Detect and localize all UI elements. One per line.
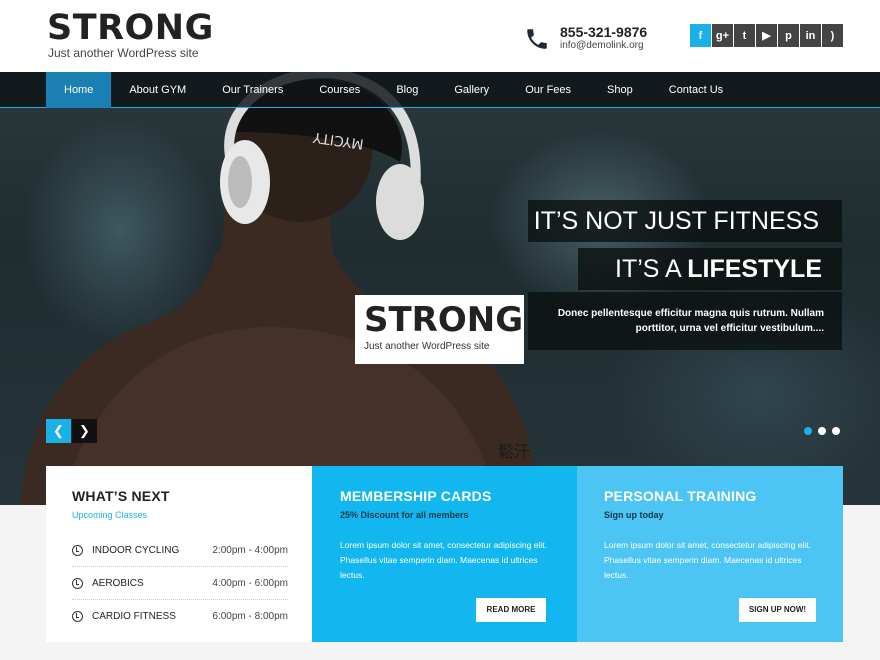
- clock-icon: [72, 577, 83, 589]
- nav-item-courses[interactable]: Courses: [301, 72, 378, 108]
- class-name: CARDIO FITNESS: [92, 611, 176, 622]
- class-name: AEROBICS: [92, 577, 144, 589]
- rss-icon[interactable]: ): [822, 24, 843, 47]
- site-header: STRONG Just another WordPress site 855-3…: [0, 0, 880, 72]
- hero-heading-prefix: IT’S A: [615, 255, 688, 283]
- clock-icon: [72, 544, 83, 556]
- nav-item-gallery[interactable]: Gallery: [436, 72, 507, 108]
- hero-slider: MYCITY 鬆汗 Home About GYM Our Trainers Co…: [0, 72, 880, 505]
- training-title: PERSONAL TRAINING: [604, 488, 757, 504]
- membership-text: Lorem ipsum dolor sit amet, consectetur …: [340, 540, 547, 580]
- slider-prev-button[interactable]: ❮: [46, 419, 71, 443]
- slider-dot-2[interactable]: [818, 427, 826, 435]
- clock-icon: [72, 611, 83, 622]
- list-item: CARDIO FITNESS 6:00pm - 8:00pm: [72, 600, 288, 633]
- facebook-icon[interactable]: f: [690, 24, 711, 47]
- whats-next-subtitle[interactable]: Upcoming Classes: [72, 510, 288, 520]
- class-time: 2:00pm - 4:00pm: [212, 544, 288, 556]
- hero-heading-line-1: IT’S NOT JUST FITNESS: [528, 200, 842, 242]
- nav-item-contact-us[interactable]: Contact Us: [651, 72, 741, 108]
- nav-item-shop[interactable]: Shop: [589, 72, 651, 108]
- training-subtitle: Sign up today: [604, 510, 664, 520]
- slider-next-button[interactable]: ❯: [72, 419, 97, 443]
- social-links: f g+ t ▶ p in ): [690, 24, 843, 47]
- whats-next-title: WHAT’S NEXT: [72, 488, 170, 504]
- whats-next-card: WHAT’S NEXT Upcoming Classes INDOOR CYCL…: [46, 466, 312, 642]
- site-tagline: Just another WordPress site: [48, 46, 199, 60]
- pinterest-icon[interactable]: p: [778, 24, 799, 47]
- site-logo-title[interactable]: STRONG: [47, 8, 214, 48]
- nav-item-blog[interactable]: Blog: [378, 72, 436, 108]
- nav-item-home[interactable]: Home: [46, 72, 112, 108]
- twitter-icon[interactable]: t: [734, 24, 755, 47]
- membership-title: MEMBERSHIP CARDS: [340, 488, 492, 504]
- svg-text:鬆汗: 鬆汗: [498, 442, 530, 461]
- contact-email[interactable]: info@demolink.org: [560, 40, 644, 51]
- class-time: 4:00pm - 6:00pm: [212, 577, 288, 589]
- slider-pagination: [804, 427, 840, 435]
- slider-dot-1[interactable]: [804, 427, 812, 435]
- hero-logo-box: STRONG Just another WordPress site: [355, 295, 524, 364]
- membership-card: MEMBERSHIP CARDS 25% Discount for all me…: [312, 466, 577, 642]
- list-item: INDOOR CYCLING 2:00pm - 4:00pm: [72, 534, 288, 567]
- list-item: AEROBICS 4:00pm - 6:00pm: [72, 567, 288, 600]
- nav-item-our-fees[interactable]: Our Fees: [507, 72, 589, 108]
- nav-item-our-trainers[interactable]: Our Trainers: [204, 72, 301, 108]
- personal-training-card: PERSONAL TRAINING Sign up today Lorem ip…: [577, 466, 843, 642]
- phone-icon: [527, 29, 547, 49]
- slider-dot-3[interactable]: [832, 427, 840, 435]
- contact-phone: 855-321-9876: [560, 24, 648, 40]
- hero-description: Donec pellentesque efficitur magna quis …: [528, 292, 842, 350]
- training-text: Lorem ipsum dolor sit amet, consectetur …: [604, 540, 811, 580]
- chevron-left-icon: ❮: [53, 423, 64, 438]
- class-name: INDOOR CYCLING: [92, 544, 180, 556]
- nav-item-about-gym[interactable]: About GYM: [111, 72, 204, 108]
- youtube-icon[interactable]: ▶: [756, 24, 777, 47]
- read-more-button[interactable]: READ MORE: [476, 598, 546, 622]
- membership-subtitle: 25% Discount for all members: [340, 510, 469, 520]
- hero-heading-emphasis: LIFESTYLE: [687, 255, 822, 283]
- google-plus-icon[interactable]: g+: [712, 24, 733, 47]
- sign-up-button[interactable]: SIGN UP NOW!: [739, 598, 816, 622]
- class-time: 6:00pm - 8:00pm: [212, 611, 288, 622]
- main-navigation: Home About GYM Our Trainers Courses Blog…: [0, 72, 880, 108]
- hero-logo-tagline: Just another WordPress site: [364, 341, 490, 352]
- chevron-right-icon: ❯: [79, 423, 90, 438]
- linkedin-icon[interactable]: in: [800, 24, 821, 47]
- hero-heading-line-2: IT’S A LIFESTYLE: [578, 248, 842, 290]
- class-schedule-list: INDOOR CYCLING 2:00pm - 4:00pm AEROBICS …: [72, 534, 288, 633]
- hero-logo-title: STRONG: [364, 300, 524, 340]
